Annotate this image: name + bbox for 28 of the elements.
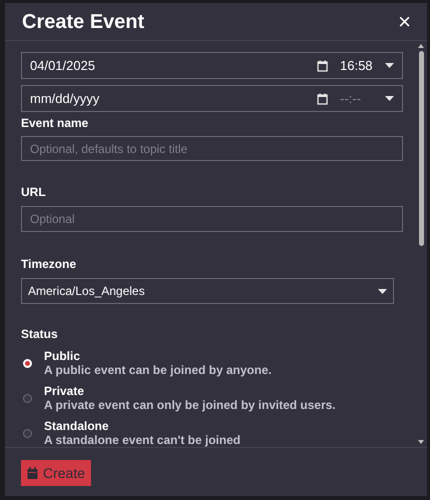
option-description: A private event can only be joined by invited users. xyxy=(44,398,336,412)
field-label: URL xyxy=(21,184,47,201)
option-description: A standalone event can't be joined xyxy=(44,433,240,447)
option-title: Private xyxy=(44,384,86,398)
radio-button[interactable] xyxy=(23,394,32,402)
field-label: Event name xyxy=(21,115,90,132)
dropdown-caret-icon xyxy=(385,63,394,68)
option-title: Standalone xyxy=(44,419,110,433)
field-label: Status xyxy=(21,326,59,343)
dialog-title: Create Event xyxy=(22,10,144,34)
calendar-icon xyxy=(317,60,328,72)
timezone-select[interactable]: America/Los_Angeles xyxy=(21,278,394,304)
start-datetime-field[interactable]: 04/01/2025 16:58 xyxy=(21,52,403,79)
scroll-up-arrow-icon[interactable] xyxy=(417,43,425,49)
scrollbar-thumb[interactable] xyxy=(418,51,424,246)
end-datetime-field[interactable]: mm/dd/yyyy --:-- xyxy=(21,85,403,112)
field-label: Timezone xyxy=(21,256,78,273)
radio-button[interactable] xyxy=(23,428,32,438)
scroll-down-arrow-icon[interactable] xyxy=(417,439,425,445)
dropdown-caret-icon xyxy=(378,288,387,294)
dropdown-caret-icon xyxy=(385,96,394,101)
option-description: A public event can be joined by anyone. xyxy=(44,363,272,377)
close-button[interactable]: × xyxy=(394,10,415,32)
calendar-icon xyxy=(27,467,38,479)
calendar-icon xyxy=(317,92,328,104)
input-field[interactable]: Optional xyxy=(21,206,403,232)
option-title: Public xyxy=(44,349,82,363)
input-field[interactable]: Optional, defaults to topic title xyxy=(21,136,403,161)
